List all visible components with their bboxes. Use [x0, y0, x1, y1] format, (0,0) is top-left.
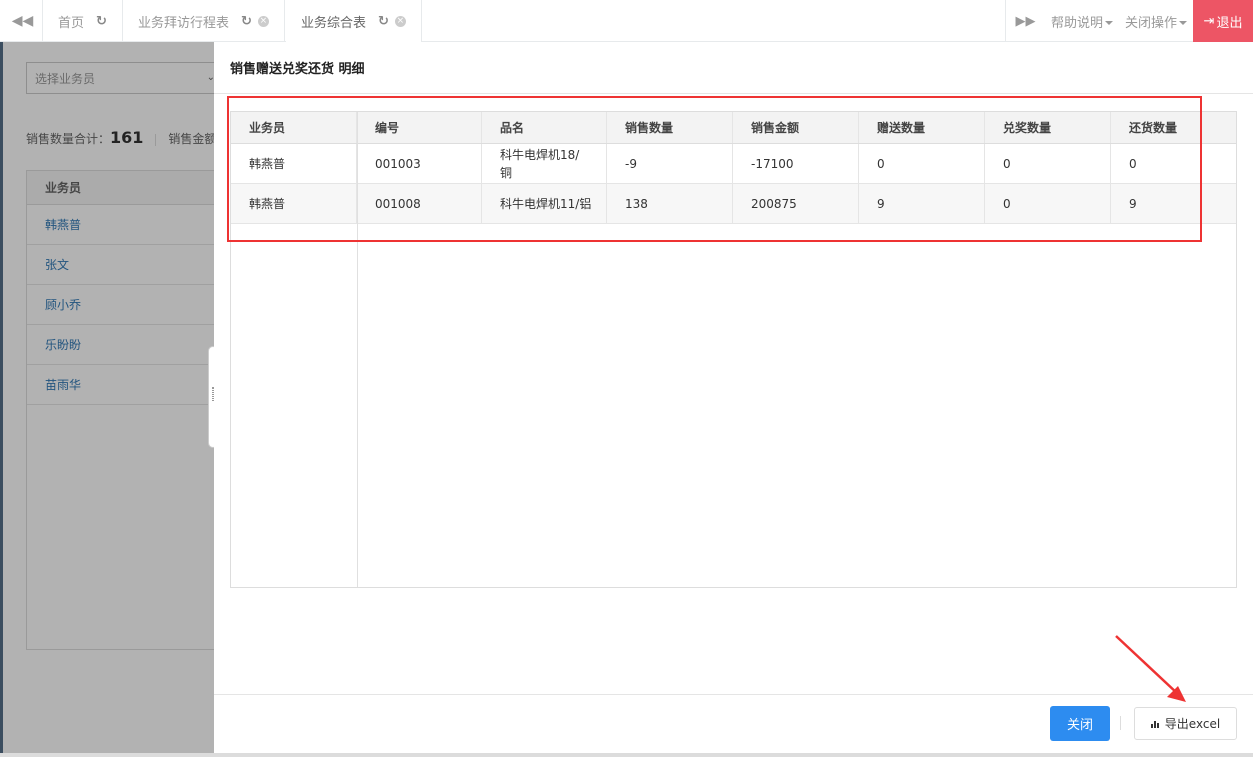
detail-table: 业务员 编号 品名 销售数量 销售金额 赠送数量 兑奖数量 还货数量 韩燕普 0… [230, 111, 1237, 588]
divider [214, 694, 1253, 695]
double-chevron-left-icon[interactable]: ◀◀ [3, 0, 43, 42]
tab-label: 业务综合表 [301, 15, 367, 31]
divider [214, 93, 1253, 94]
close-icon[interactable]: × [257, 15, 269, 27]
logout-label: 退出 [1216, 15, 1243, 31]
refresh-icon[interactable]: ↻ [241, 14, 252, 29]
cell-return-qty: 0 [1129, 156, 1137, 171]
bar-chart-icon [1150, 720, 1159, 728]
cell-product: 科牛电焊机18/铜 [482, 144, 607, 183]
column-header[interactable]: 品名 [482, 112, 607, 143]
cell-salesman: 韩燕普 [231, 184, 357, 223]
detail-drawer: 销售赠送兑奖还货 明细 业务员 编号 品名 销售数量 销售金额 赠送数量 兑奖数… [214, 42, 1253, 753]
close-ops-label: 关闭操作 [1124, 15, 1177, 31]
cell-sales-amount: -17100 [733, 144, 859, 183]
column-header[interactable]: 还货数量 [1111, 112, 1236, 143]
close-ops-menu[interactable]: 关闭操作 [1119, 12, 1193, 31]
close-icon[interactable]: × [394, 15, 406, 27]
frozen-column-divider [357, 112, 358, 587]
column-header[interactable]: 兑奖数量 [985, 112, 1111, 143]
table-row[interactable]: 韩燕普 001003 科牛电焊机18/铜 -9 -17100 0 0 0 [231, 144, 1236, 184]
cell-gift-qty: 0 [859, 144, 985, 183]
tab-bar: ◀◀ 首页 ↻ 业务拜访行程表 ↻ × 业务综合表 ↻ × ▶▶ 帮助说明 关闭… [0, 0, 1253, 42]
table-header: 业务员 编号 品名 销售数量 销售金额 赠送数量 兑奖数量 还货数量 [231, 112, 1236, 144]
column-header[interactable]: 销售金额 [733, 112, 859, 143]
caret-down-icon [1179, 21, 1187, 25]
refresh-icon[interactable]: ↻ [378, 14, 389, 29]
tab-label: 业务拜访行程表 [138, 15, 230, 31]
cell-return-qty: 9 [1129, 196, 1137, 211]
cell-prize-qty: 0 [985, 184, 1111, 223]
help-label: 帮助说明 [1050, 15, 1103, 31]
column-header[interactable]: 销售数量 [607, 112, 733, 143]
annotation-arrow-icon [1115, 635, 1186, 702]
cell-sales-qty: 138 [607, 184, 733, 223]
cell-gift-qty: 9 [859, 184, 985, 223]
sign-out-icon: ⇥ [1203, 13, 1215, 29]
cell-code: 001003 [357, 144, 482, 183]
tab-home[interactable]: 首页 ↻ [43, 0, 123, 42]
column-header[interactable]: 赠送数量 [859, 112, 985, 143]
export-label: 导出excel [1164, 717, 1221, 731]
column-header[interactable]: 编号 [357, 112, 482, 143]
refresh-icon[interactable]: ↻ [96, 14, 107, 29]
cell-product: 科牛电焊机11/铝 [482, 184, 607, 223]
caret-down-icon [1104, 21, 1113, 25]
bottom-strip [0, 753, 1253, 757]
column-header[interactable]: 业务员 [231, 112, 357, 143]
cell-salesman: 韩燕普 [231, 144, 357, 183]
cell-sales-amount: 200875 [733, 184, 859, 223]
double-chevron-right-icon[interactable]: ▶▶ [1004, 0, 1045, 42]
export-excel-button[interactable]: 导出excel [1134, 707, 1237, 740]
table-row[interactable]: 韩燕普 001008 科牛电焊机11/铝 138 200875 9 0 9 [231, 184, 1236, 224]
tab-label: 首页 [58, 15, 85, 31]
cell-code: 001008 [357, 184, 482, 223]
tab-business-summary[interactable]: 业务综合表 ↻ × [286, 0, 422, 42]
drawer-title: 销售赠送兑奖还货 明细 [230, 62, 365, 77]
right-tools: ▶▶ 帮助说明 关闭操作 [1004, 0, 1193, 42]
tab-visit-schedule[interactable]: 业务拜访行程表 ↻ × [123, 0, 285, 42]
cell-prize-qty: 0 [985, 144, 1111, 183]
close-button[interactable]: 关闭 [1050, 706, 1110, 741]
divider [1120, 716, 1121, 730]
logout-button[interactable]: ⇥ 退出 [1193, 0, 1253, 42]
cell-sales-qty: -9 [607, 144, 733, 183]
help-menu[interactable]: 帮助说明 [1045, 12, 1119, 31]
